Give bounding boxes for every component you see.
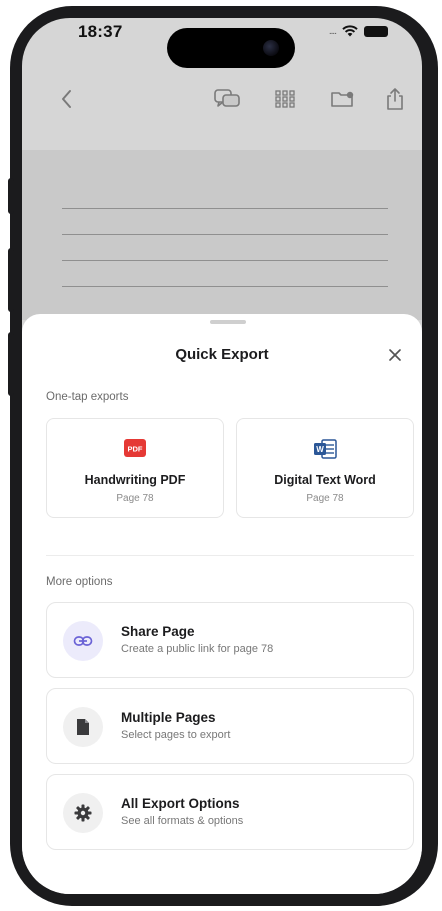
chevron-left-icon[interactable] — [52, 84, 82, 114]
handwriting-pdf-button[interactable]: PDF Handwriting PDF Page 78 — [46, 418, 224, 518]
share-page-button[interactable]: Share Page Create a public link for page… — [46, 602, 414, 678]
share-icon[interactable] — [380, 84, 410, 114]
option-title: All Export Options — [121, 796, 240, 811]
note-page — [22, 150, 422, 320]
digital-text-word-button[interactable]: W Digital Text Word Page 78 — [236, 418, 414, 518]
status-indicators: .... — [329, 25, 388, 37]
pdf-icon: PDF — [47, 439, 223, 457]
screen: 18:37 .... Quick Export One-tap exports … — [22, 18, 422, 894]
top-toolbar — [22, 84, 422, 124]
more-options-label: More options — [46, 576, 113, 588]
card-title: Handwriting PDF — [84, 473, 186, 487]
status-time: 18:37 — [78, 22, 123, 41]
phone-volume-down — [8, 332, 14, 396]
card-title: Digital Text Word — [274, 473, 376, 487]
one-tap-exports-label: One-tap exports — [46, 391, 129, 403]
sheet-grabber[interactable] — [210, 320, 246, 324]
chat-bubbles-icon[interactable] — [212, 84, 242, 114]
all-export-options-button[interactable]: All Export Options See all formats & opt… — [46, 774, 414, 850]
card-subtitle: Page 78 — [306, 493, 344, 504]
dynamic-island — [167, 28, 295, 68]
document-icon — [63, 707, 103, 747]
battery-icon — [364, 25, 388, 37]
option-subtitle: Create a public link for page 78 — [121, 643, 274, 655]
quick-export-sheet: Quick Export One-tap exports PDF Handwri… — [22, 314, 422, 894]
phone-volume-up — [8, 248, 14, 312]
signal-icon: .... — [328, 25, 337, 37]
ruled-line — [62, 208, 388, 209]
svg-text:W: W — [316, 445, 324, 454]
option-title: Share Page — [121, 624, 195, 639]
option-subtitle: Select pages to export — [121, 729, 231, 741]
svg-text:PDF: PDF — [128, 445, 143, 454]
camera-icon — [263, 40, 279, 56]
sheet-title: Quick Export — [175, 346, 269, 363]
phone-mute-switch — [8, 178, 14, 214]
ruled-line — [62, 260, 388, 261]
folder-icon[interactable] — [328, 84, 358, 114]
multiple-pages-button[interactable]: Multiple Pages Select pages to export — [46, 688, 414, 764]
section-divider — [46, 555, 414, 556]
word-icon: W — [237, 439, 413, 459]
option-title: Multiple Pages — [121, 710, 216, 725]
card-subtitle: Page 78 — [116, 493, 154, 504]
wifi-icon — [342, 25, 358, 37]
ruled-line — [62, 234, 388, 235]
grid-icon[interactable] — [270, 84, 300, 114]
link-icon — [63, 621, 103, 661]
gear-icon — [63, 793, 103, 833]
ruled-line — [62, 286, 388, 287]
close-icon[interactable] — [382, 342, 408, 368]
option-subtitle: See all formats & options — [121, 815, 244, 827]
